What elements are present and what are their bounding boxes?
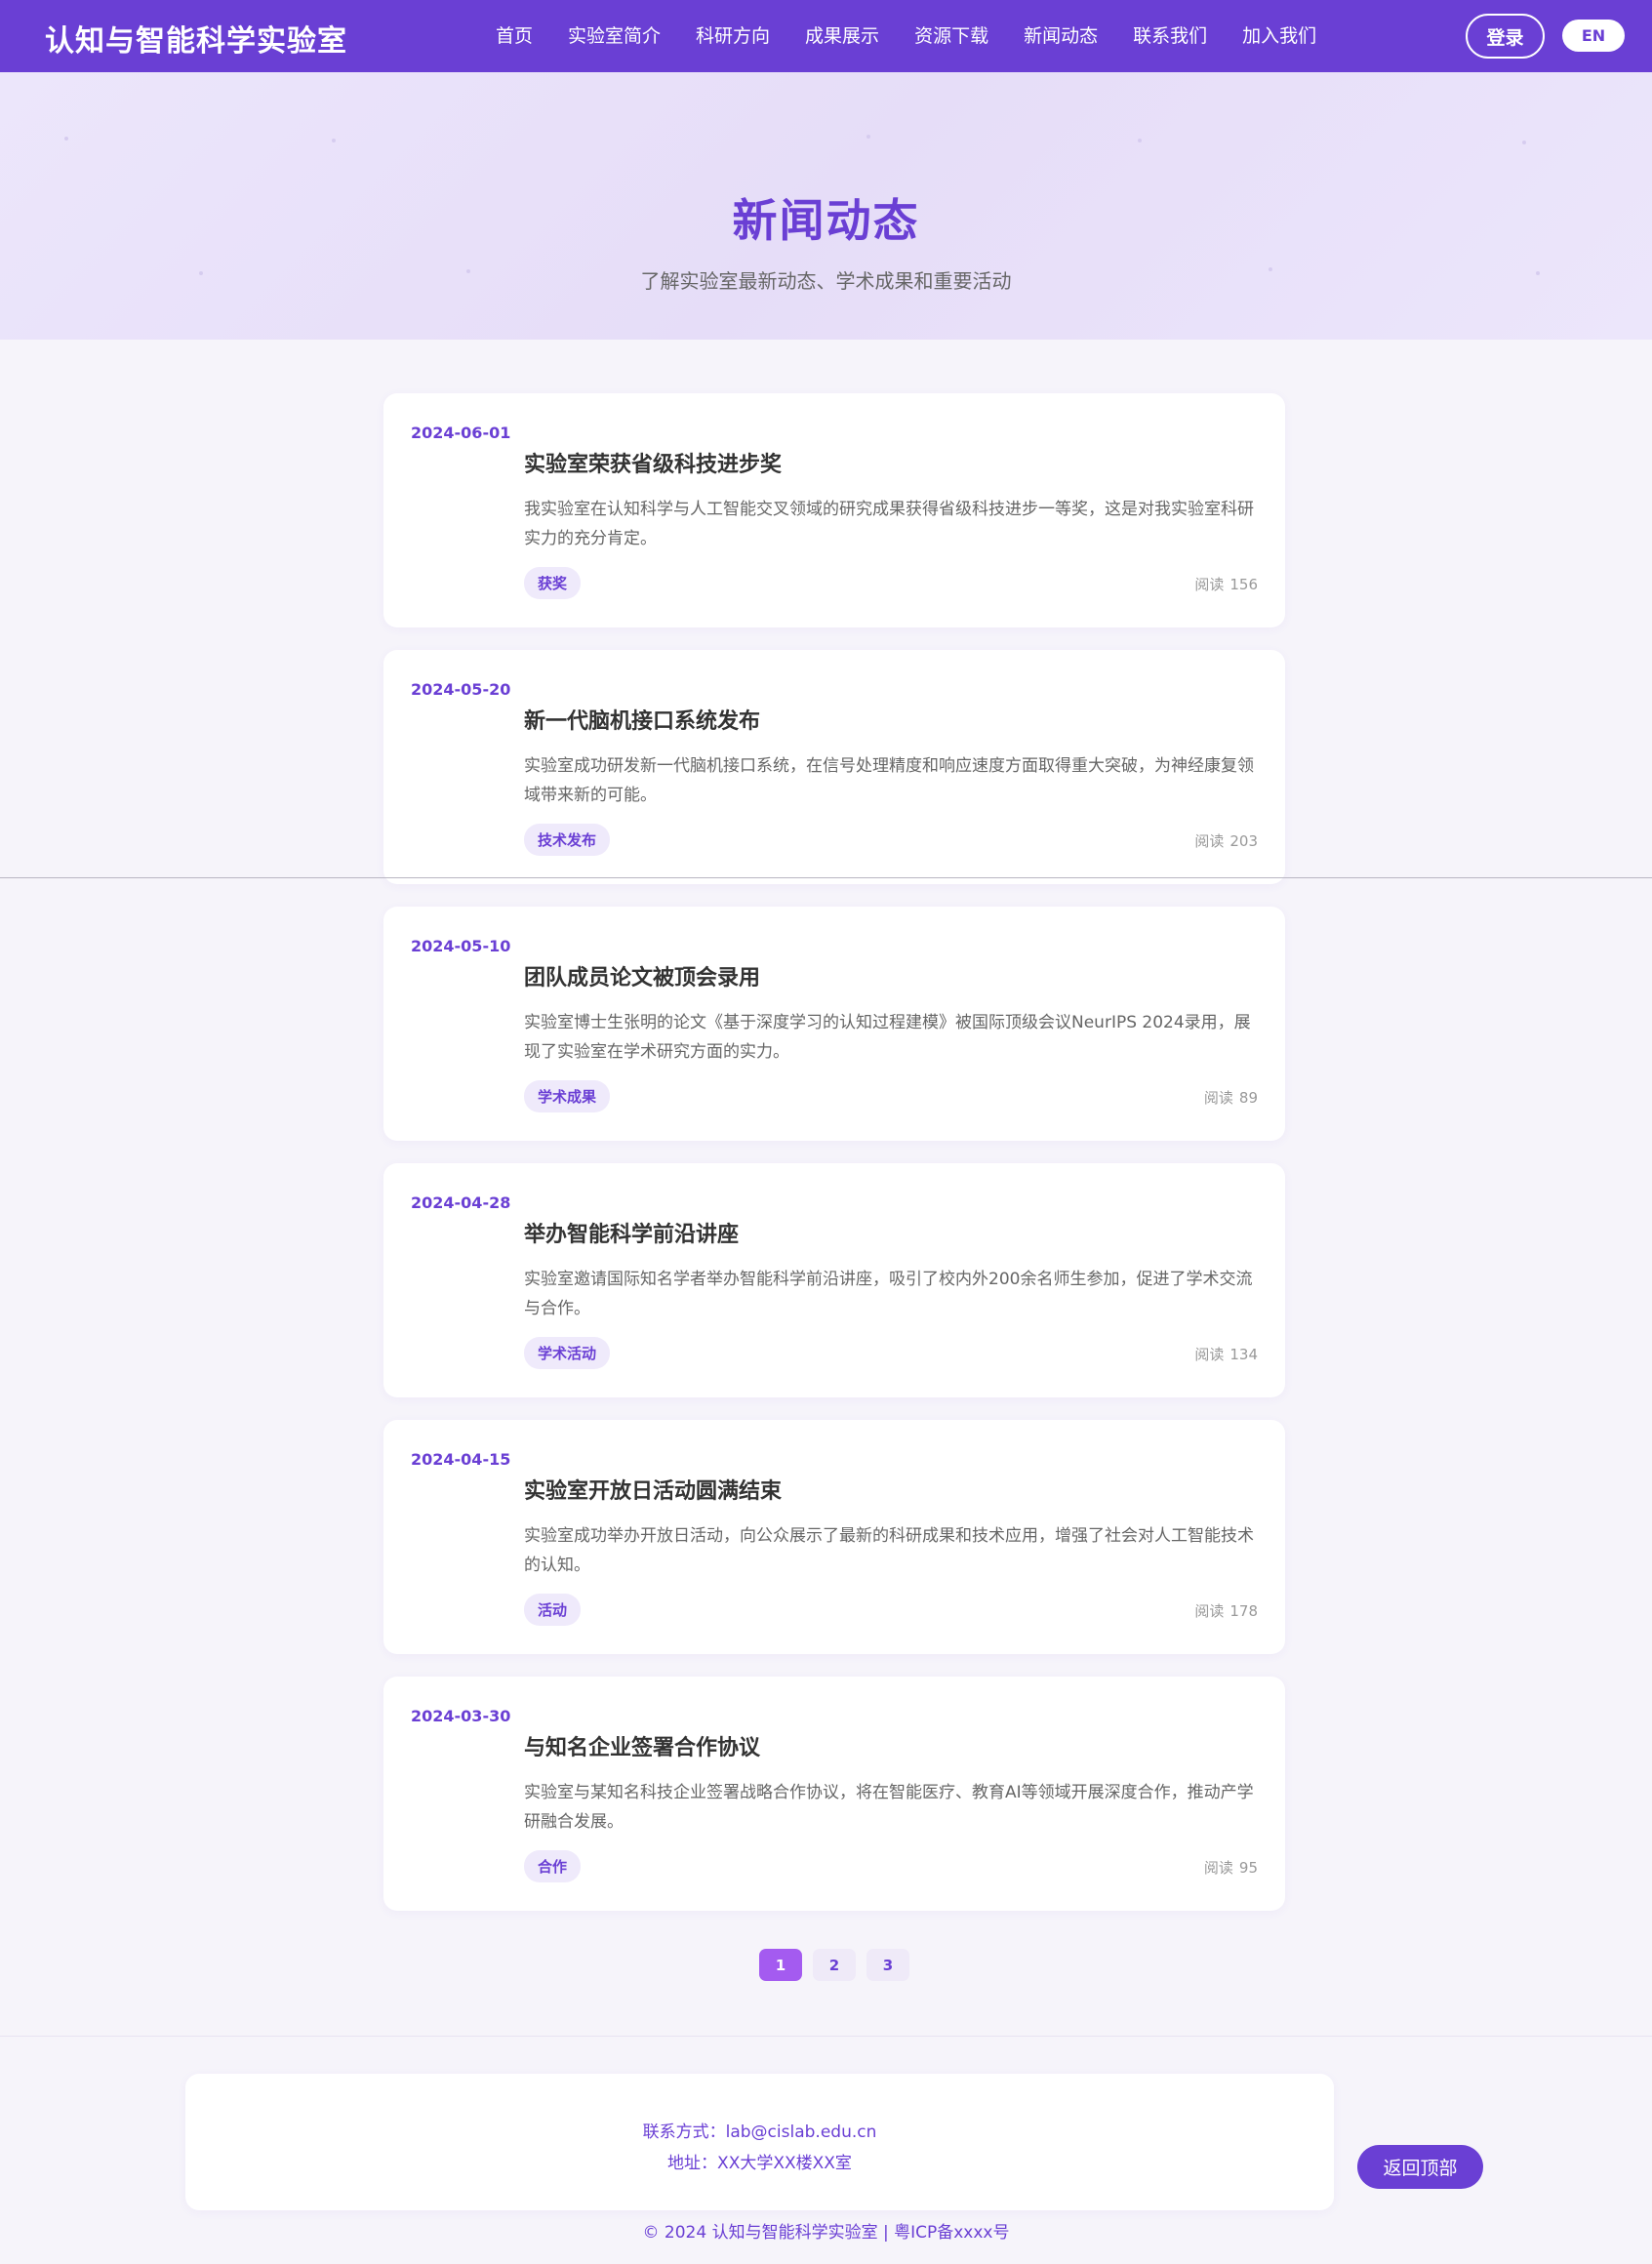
news-date: 2024-04-15 xyxy=(411,1450,511,1469)
news-card[interactable]: 2024-04-15 实验室开放日活动圆满结束 实验室成功举办开放日活动，向公众… xyxy=(383,1420,1285,1654)
language-toggle-button[interactable]: EN xyxy=(1562,20,1625,52)
news-title-link[interactable]: 与知名企业签署合作协议 xyxy=(524,1730,760,1761)
decorative-dot xyxy=(64,137,68,141)
read-count-label: 阅读 xyxy=(1203,1089,1233,1107)
news-card[interactable]: 2024-05-20 新一代脑机接口系统发布 实验室成功研发新一代脑机接口系统，… xyxy=(383,650,1285,884)
read-count: 阅读 203 xyxy=(1194,830,1258,851)
page-button-2[interactable]: 2 xyxy=(813,1949,856,1981)
news-tag[interactable]: 获奖 xyxy=(524,567,582,599)
login-button[interactable]: 登录 xyxy=(1466,14,1545,59)
read-count-value: 178 xyxy=(1229,1602,1258,1620)
news-tag[interactable]: 活动 xyxy=(524,1594,582,1626)
nav-item-home[interactable]: 首页 xyxy=(478,0,550,72)
news-summary: 实验室与某知名科技企业签署战略合作协议，将在智能医疗、教育AI等领域开展深度合作… xyxy=(524,1783,1254,1832)
news-list: 2024-06-01 实验室荣获省级科技进步奖 我实验室在认知科学与人工智能交叉… xyxy=(383,393,1285,1933)
nav-item-news[interactable]: 新闻动态 xyxy=(1006,0,1115,72)
read-count-value: 89 xyxy=(1238,1089,1258,1107)
news-tag[interactable]: 学术成果 xyxy=(524,1080,611,1112)
nav-item-about[interactable]: 实验室简介 xyxy=(550,0,678,72)
news-card[interactable]: 2024-03-30 与知名企业签署合作协议 实验室与某知名科技企业签署战略合作… xyxy=(383,1677,1285,1911)
news-summary: 实验室成功研发新一代脑机接口系统，在信号处理精度和响应速度方面取得重大突破，为神… xyxy=(524,756,1254,805)
news-title-link[interactable]: 新一代脑机接口系统发布 xyxy=(524,704,760,735)
nav-item-join[interactable]: 加入我们 xyxy=(1225,0,1334,72)
news-card[interactable]: 2024-05-10 团队成员论文被顶会录用 实验室博士生张明的论文《基于深度学… xyxy=(383,907,1285,1141)
nav-item-contact[interactable]: 联系我们 xyxy=(1115,0,1225,72)
footer-contact-email[interactable]: 联系方式：lab@cislab.edu.cn xyxy=(185,2118,1334,2142)
top-header: 认知与智能科学实验室 首页 实验室简介 科研方向 成果展示 资源下载 新闻动态 … xyxy=(0,0,1652,72)
read-count-value: 134 xyxy=(1229,1346,1258,1363)
news-date: 2024-06-01 xyxy=(411,424,511,442)
read-count-label: 阅读 xyxy=(1194,1602,1225,1620)
news-summary: 实验室成功举办开放日活动，向公众展示了最新的科研成果和技术应用，增强了社会对人工… xyxy=(524,1526,1254,1575)
news-title-link[interactable]: 举办智能科学前沿讲座 xyxy=(524,1217,739,1248)
page-subtitle: 了解实验室最新动态、学术成果和重要活动 xyxy=(640,269,1012,293)
pagination: 1 2 3 xyxy=(759,1949,909,1981)
news-title-link[interactable]: 实验室开放日活动圆满结束 xyxy=(524,1474,782,1505)
news-summary: 我实验室在认知科学与人工智能交叉领域的研究成果获得省级科技进步一等奖，这是对我实… xyxy=(524,500,1254,548)
news-tag[interactable]: 技术发布 xyxy=(524,824,611,856)
news-date: 2024-05-20 xyxy=(411,680,511,699)
decorative-dot xyxy=(1138,139,1142,142)
nav-item-research[interactable]: 科研方向 xyxy=(678,0,787,72)
read-count: 阅读 178 xyxy=(1194,1600,1258,1621)
back-to-top-button[interactable]: 返回顶部 xyxy=(1357,2145,1483,2189)
decorative-dot xyxy=(332,139,336,142)
read-count-value: 95 xyxy=(1238,1859,1258,1877)
read-count: 阅读 89 xyxy=(1204,1087,1258,1108)
page-button-3[interactable]: 3 xyxy=(866,1949,909,1981)
news-date: 2024-03-30 xyxy=(411,1707,511,1725)
news-card[interactable]: 2024-04-28 举办智能科学前沿讲座 实验室邀请国际知名学者举办智能科学前… xyxy=(383,1163,1285,1397)
footer-address: 地址：XX大学XX楼XX室 xyxy=(667,2154,852,2173)
page-title: 新闻动态 xyxy=(732,194,920,247)
read-count: 阅读 156 xyxy=(1194,574,1258,594)
read-count-label: 阅读 xyxy=(1194,576,1225,593)
page-button-1[interactable]: 1 xyxy=(759,1949,802,1981)
read-count-value: 203 xyxy=(1229,832,1258,850)
read-count-label: 阅读 xyxy=(1194,1346,1225,1363)
page-banner: 新闻动态 了解实验室最新动态、学术成果和重要活动 xyxy=(0,72,1652,340)
read-count: 阅读 95 xyxy=(1204,1857,1258,1878)
read-count: 阅读 134 xyxy=(1194,1344,1258,1364)
copyright-text: © 2024 认知与智能科学实验室 | 粤ICP备xxxx号 xyxy=(642,2223,1010,2243)
nav-item-achievements[interactable]: 成果展示 xyxy=(787,0,897,72)
decorative-dot xyxy=(1522,141,1526,144)
news-summary: 实验室博士生张明的论文《基于深度学习的认知过程建模》被国际顶级会议NeurIPS… xyxy=(524,1013,1251,1062)
read-count-value: 156 xyxy=(1229,576,1258,593)
news-title-link[interactable]: 实验室荣获省级科技进步奖 xyxy=(524,447,782,478)
news-card[interactable]: 2024-06-01 实验室荣获省级科技进步奖 我实验室在认知科学与人工智能交叉… xyxy=(383,393,1285,627)
news-tag[interactable]: 合作 xyxy=(524,1850,582,1882)
horizontal-divider xyxy=(0,877,1652,878)
main-nav: 首页 实验室简介 科研方向 成果展示 资源下载 新闻动态 联系我们 加入我们 xyxy=(478,0,1334,72)
site-logo[interactable]: 认知与智能科学实验室 xyxy=(45,17,347,60)
news-tag[interactable]: 学术活动 xyxy=(524,1337,611,1369)
news-date: 2024-05-10 xyxy=(411,937,511,955)
read-count-label: 阅读 xyxy=(1194,832,1225,850)
news-date: 2024-04-28 xyxy=(411,1193,511,1212)
news-summary: 实验室邀请国际知名学者举办智能科学前沿讲座，吸引了校内外200余名师生参加，促进… xyxy=(524,1270,1253,1318)
read-count-label: 阅读 xyxy=(1203,1859,1233,1877)
news-title-link[interactable]: 团队成员论文被顶会录用 xyxy=(524,960,760,991)
footer-contact-card: 联系方式：lab@cislab.edu.cn 地址：XX大学XX楼XX室 xyxy=(185,2074,1334,2210)
footer-divider xyxy=(0,2036,1652,2037)
decorative-dot xyxy=(866,135,870,139)
nav-item-downloads[interactable]: 资源下载 xyxy=(897,0,1006,72)
